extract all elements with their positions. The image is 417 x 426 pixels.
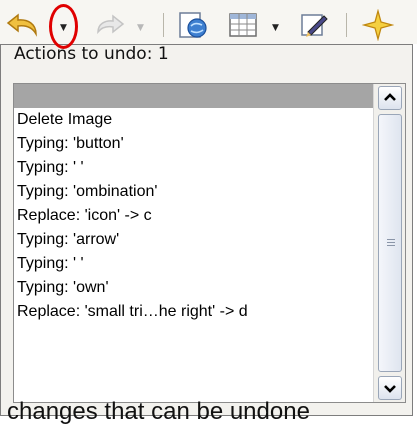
chevron-down-icon [384,385,396,393]
gallery-icon [361,8,395,42]
undo-list-item[interactable]: Typing: 'ombination' [14,180,373,204]
insert-table-button[interactable] [227,10,259,40]
undo-list-item[interactable]: Typing: ' ' [14,252,373,276]
thumb-grip-line [387,242,395,243]
undo-list-item[interactable]: Typing: 'button' [14,132,373,156]
undo-list-item[interactable]: Typing: 'own' [14,276,373,300]
highlight-circle [49,4,78,49]
undo-list-item[interactable]: Delete Image [14,108,373,132]
chevron-up-icon [384,93,396,101]
toolbar-separator [163,13,164,37]
thumb-grip-line [387,245,395,246]
vertical-scrollbar[interactable] [373,84,405,402]
undo-button[interactable] [6,10,46,40]
redo-dropdown-arrow[interactable]: ▼ [137,24,144,33]
gallery-button[interactable] [361,8,395,42]
undo-actions-list[interactable]: Delete Image Typing: 'button' Typing: ' … [13,83,406,403]
undo-list-item[interactable]: Replace: 'icon' -> c [14,204,373,228]
undo-list-item[interactable]: Replace: 'small tri…he right' -> d [14,300,373,324]
standard-toolbar: ▼ ▼ ▼ [0,0,417,49]
undo-list-item[interactable]: Typing: 'arrow' [14,228,373,252]
toolbar-separator [346,13,347,37]
navigator-icon [179,12,207,38]
undo-list-item[interactable]: Typing: ' ' [14,156,373,180]
draw-functions-button[interactable] [298,10,330,40]
redo-icon [97,14,125,35]
undo-list-item[interactable] [14,84,373,108]
table-dropdown-arrow[interactable]: ▼ [272,24,279,33]
redo-button[interactable] [92,12,126,38]
scroll-thumb[interactable] [378,114,402,372]
scroll-down-button[interactable] [378,376,402,400]
table-icon [229,13,257,37]
scroll-up-button[interactable] [378,86,402,110]
thumb-grip-line [387,239,395,240]
draw-functions-icon [301,14,328,37]
undo-icon [6,13,37,37]
document-body-text: changes that can be undone [7,398,310,425]
navigator-button[interactable] [177,10,209,40]
actions-count-label: Actions to undo: 1 [14,44,169,64]
